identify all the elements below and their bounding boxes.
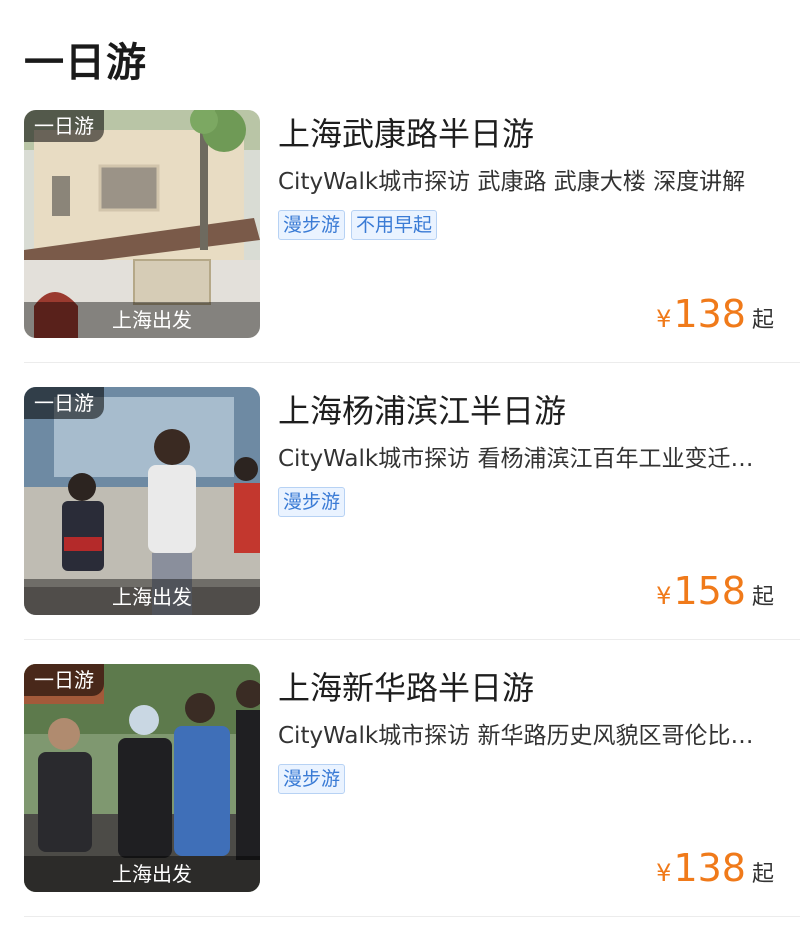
divider [24,916,800,917]
price-amount: 138 [673,846,746,890]
tour-info: 上海武康路半日游 CityWalk城市探访 武康路 武康大楼 深度讲解 漫步游 … [278,110,798,240]
departure-label: 上海出发 [24,579,260,615]
tour-info: 上海新华路半日游 CityWalk城市探访 新华路历史风貌区哥伦比… 漫步游 [278,664,798,794]
currency-symbol: ¥ [656,859,672,887]
tour-price: ¥ 138 起 [656,846,774,890]
divider [24,639,800,640]
thumbnail-type-badge: 一日游 [24,387,104,419]
tour-info: 上海杨浦滨江半日游 CityWalk城市探访 看杨浦滨江百年工业变迁… 漫步游 [278,387,798,517]
price-suffix: 起 [751,862,774,887]
price-suffix: 起 [751,308,774,333]
tour-card[interactable]: 一日游 上海出发 上海杨浦滨江半日游 CityWalk城市探访 看杨浦滨江百年工… [24,387,800,664]
tour-title[interactable]: 上海武康路半日游 [278,112,798,156]
tour-thumbnail[interactable]: 一日游 上海出发 [24,387,260,615]
tag-stroll: 漫步游 [278,764,346,794]
tour-title[interactable]: 上海新华路半日游 [278,666,798,710]
tour-description: CityWalk城市探访 武康路 武康大楼 深度讲解 [278,169,746,195]
tour-description: CityWalk城市探访 新华路历史风貌区哥伦比… [278,723,754,749]
currency-symbol: ¥ [656,305,672,333]
tour-tags: 漫步游 [278,487,798,517]
price-suffix: 起 [751,585,774,610]
tag-stroll: 漫步游 [278,210,346,240]
tour-description: CityWalk城市探访 看杨浦滨江百年工业变迁… [278,446,754,472]
currency-symbol: ¥ [656,582,672,610]
tour-card[interactable]: 一日游 上海出发 上海新华路半日游 CityWalk城市探访 新华路历史风貌区哥… [24,664,800,941]
tag-no-early-rise: 不用早起 [351,210,438,240]
departure-label: 上海出发 [24,302,260,338]
tour-card[interactable]: 一日游 上海出发 上海武康路半日游 CityWalk城市探访 武康路 武康大楼 … [24,110,800,387]
tour-title[interactable]: 上海杨浦滨江半日游 [278,389,798,433]
thumbnail-type-badge: 一日游 [24,110,104,142]
divider [24,362,800,363]
tour-thumbnail[interactable]: 一日游 上海出发 [24,110,260,338]
price-amount: 138 [673,292,746,336]
tour-price: ¥ 138 起 [656,292,774,336]
tour-tags: 漫步游 不用早起 [278,210,798,240]
thumbnail-type-badge: 一日游 [24,664,104,696]
tour-price: ¥ 158 起 [656,569,774,613]
price-amount: 158 [673,569,746,613]
section-title: 一日游 [24,40,147,86]
tour-thumbnail[interactable]: 一日游 上海出发 [24,664,260,892]
tag-stroll: 漫步游 [278,487,346,517]
tour-tags: 漫步游 [278,764,798,794]
departure-label: 上海出发 [24,856,260,892]
